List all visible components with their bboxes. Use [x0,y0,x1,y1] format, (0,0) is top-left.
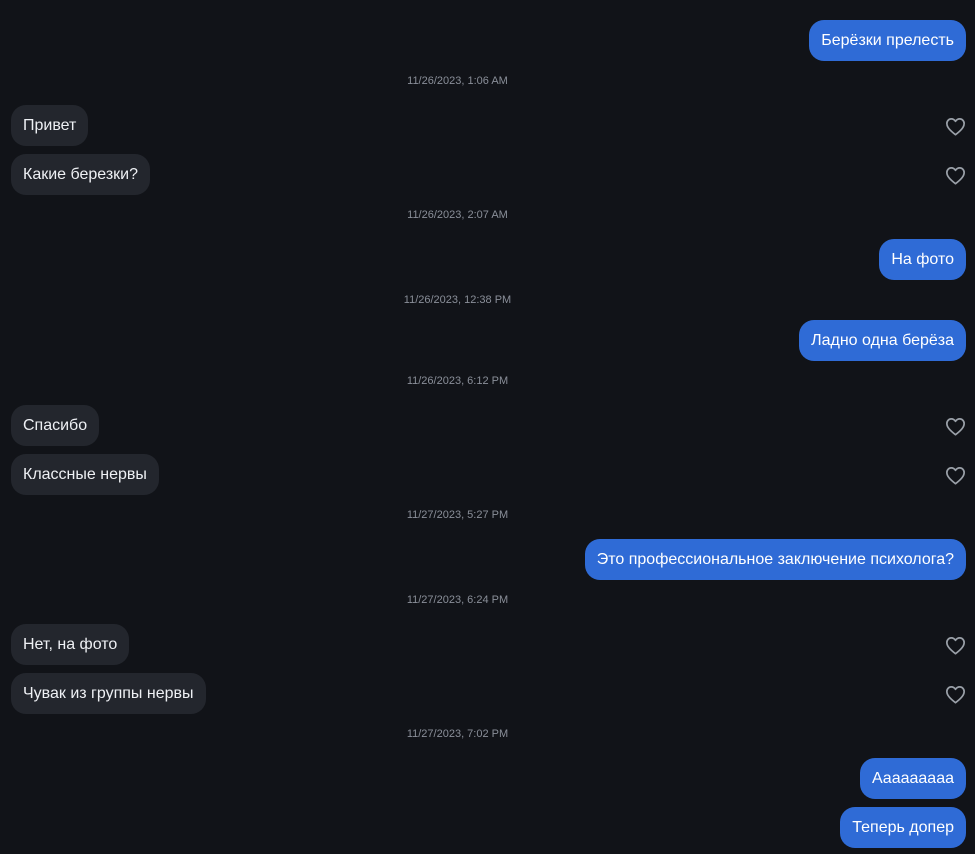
heart-icon[interactable] [945,166,966,185]
message-timestamp: 11/26/2023, 6:12 PM [406,375,509,387]
message-timestamp: 11/27/2023, 6:24 PM [406,594,509,606]
heart-icon[interactable] [945,117,966,136]
outgoing-message-bubble[interactable]: Теперь допер [840,807,966,848]
incoming-message-bubble[interactable]: Нет, на фото [11,624,130,665]
outgoing-message-bubble[interactable]: На фото [879,239,966,280]
incoming-message-bubble[interactable]: Чувак из группы нервы [11,673,206,714]
incoming-message-bubble[interactable]: Классные нервы [11,454,159,495]
heart-icon[interactable] [945,466,966,485]
incoming-message-bubble[interactable]: Какие березки? [11,154,150,195]
outgoing-message-bubble[interactable]: Ааааааааа [859,758,966,799]
message-timestamp: 11/27/2023, 5:27 PM [406,509,509,521]
heart-icon[interactable] [945,685,966,704]
outgoing-message-bubble[interactable]: Берёзки прелесть [809,20,966,61]
outgoing-message-bubble[interactable]: Это профессиональное заключение психолог… [584,539,966,580]
message-timestamp: 11/27/2023, 7:02 PM [406,728,509,740]
incoming-message-bubble[interactable]: Спасибо [11,405,100,446]
message-timestamp: 11/26/2023, 2:07 AM [407,209,508,221]
message-timestamp: 11/26/2023, 1:06 AM [407,75,508,87]
message-timestamp: 11/26/2023, 12:38 PM [403,294,512,306]
incoming-message-bubble[interactable]: Привет [11,105,89,146]
outgoing-message-bubble[interactable]: Ладно одна берёза [799,320,966,361]
heart-icon[interactable] [945,636,966,655]
heart-icon[interactable] [945,417,966,436]
